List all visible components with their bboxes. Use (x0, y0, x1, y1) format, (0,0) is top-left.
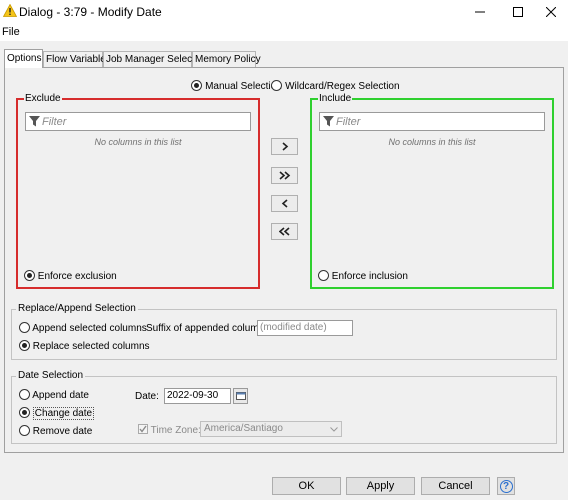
warning-triangle-icon (3, 4, 17, 17)
move-all-right-button[interactable] (271, 167, 298, 184)
enforce-exclusion-label: Enforce exclusion (37, 271, 117, 282)
move-right-button[interactable] (271, 138, 298, 155)
chevron-right-icon (281, 142, 288, 151)
menu-file[interactable]: File (2, 26, 20, 38)
enforce-inclusion-label: Enforce inclusion (331, 271, 408, 282)
menu-bar: File (0, 24, 568, 41)
include-empty-message: No columns in this list (388, 137, 476, 147)
timezone-select[interactable]: America/Santiago (200, 421, 342, 437)
filter-icon (29, 116, 40, 127)
cancel-button[interactable]: Cancel (421, 477, 490, 495)
move-left-button[interactable] (271, 195, 298, 212)
manual-selection-option[interactable]: Manual Selection (191, 80, 282, 92)
append-columns-radio[interactable] (19, 322, 30, 333)
close-icon (546, 7, 556, 17)
tab-options[interactable]: Options (4, 49, 43, 68)
date-input[interactable]: 2022-09-30 (164, 388, 231, 404)
filter-icon (323, 116, 334, 127)
minimize-button[interactable] (463, 0, 497, 24)
change-date-option[interactable]: Change date (19, 407, 95, 420)
wildcard-selection-label: Wildcard/Regex Selection (285, 81, 400, 92)
replace-columns-radio[interactable] (19, 340, 30, 351)
change-date-radio[interactable] (19, 407, 30, 418)
append-date-option[interactable]: Append date (19, 389, 89, 401)
remove-date-radio[interactable] (19, 425, 30, 436)
replace-columns-label: Replace selected columns (32, 341, 150, 352)
maximize-icon (513, 7, 523, 17)
exclude-filter-input[interactable]: Filter (25, 112, 251, 131)
checkmark-icon (139, 425, 147, 433)
append-columns-option[interactable]: Append selected columns (19, 322, 147, 334)
change-date-label: Change date (32, 407, 95, 420)
replace-append-title: Replace/Append Selection (16, 303, 138, 314)
replace-append-group: Replace/Append Selection Append selected… (11, 303, 557, 360)
append-date-radio[interactable] (19, 389, 30, 400)
wildcard-selection-option[interactable]: Wildcard/Regex Selection (271, 80, 400, 92)
close-button[interactable] (534, 0, 568, 24)
exclude-filter-placeholder: Filter (42, 116, 67, 128)
exclude-empty-message: No columns in this list (94, 137, 182, 147)
suffix-input[interactable]: (modified date) (257, 320, 353, 336)
maximize-button[interactable] (501, 0, 535, 24)
enforce-inclusion-option[interactable]: Enforce inclusion (318, 270, 408, 282)
title-bar: Dialog - 3:79 - Modify Date (0, 0, 568, 24)
suffix-label: Suffix of appended columns: (146, 323, 273, 334)
timezone-checkbox[interactable] (138, 424, 148, 434)
options-panel: Manual Selection Wildcard/Regex Selectio… (4, 67, 564, 453)
remove-date-label: Remove date (32, 426, 93, 437)
date-label: Date: (135, 391, 159, 402)
window-title: Dialog - 3:79 - Modify Date (19, 5, 162, 19)
timezone-option[interactable]: Time Zone: (138, 424, 201, 436)
timezone-label: Time Zone: (150, 425, 201, 436)
help-icon: ? (499, 479, 513, 493)
help-button[interactable]: ? (497, 477, 515, 495)
manual-selection-radio[interactable] (191, 80, 202, 91)
apply-button[interactable]: Apply (346, 477, 415, 495)
chevron-down-icon (330, 427, 338, 432)
remove-date-option[interactable]: Remove date (19, 425, 92, 437)
include-panel: Include Filter No columns in this list E… (310, 93, 554, 289)
replace-columns-option[interactable]: Replace selected columns (19, 340, 150, 352)
double-chevron-right-icon (278, 171, 290, 180)
include-filter-input[interactable]: Filter (319, 112, 545, 131)
double-chevron-left-icon (278, 227, 290, 236)
chevron-left-icon (281, 199, 288, 208)
exclude-panel: Exclude Filter No columns in this list E… (16, 93, 260, 289)
tab-flow-variables[interactable]: Flow Variables (43, 51, 111, 68)
date-selection-group: Date Selection Append date Change date R… (11, 370, 557, 444)
enforce-inclusion-radio[interactable] (318, 270, 329, 281)
append-date-label: Append date (32, 390, 89, 401)
append-columns-label: Append selected columns (32, 323, 147, 334)
move-all-left-button[interactable] (271, 223, 298, 240)
ok-button[interactable]: OK (272, 477, 341, 495)
date-selection-title: Date Selection (16, 370, 86, 381)
exclude-title: Exclude (24, 93, 62, 104)
tab-memory-policy[interactable]: Memory Policy (192, 51, 261, 68)
calendar-icon (235, 392, 246, 400)
include-filter-placeholder: Filter (336, 116, 361, 128)
enforce-exclusion-option[interactable]: Enforce exclusion (24, 270, 117, 282)
tab-job-manager-selection[interactable]: Job Manager Selection (103, 51, 208, 68)
include-title: Include (318, 93, 353, 104)
timezone-value: America/Santiago (204, 423, 283, 434)
enforce-exclusion-radio[interactable] (24, 270, 35, 281)
minimize-icon (475, 11, 485, 13)
wildcard-selection-radio[interactable] (271, 80, 282, 91)
calendar-button[interactable] (233, 388, 248, 404)
